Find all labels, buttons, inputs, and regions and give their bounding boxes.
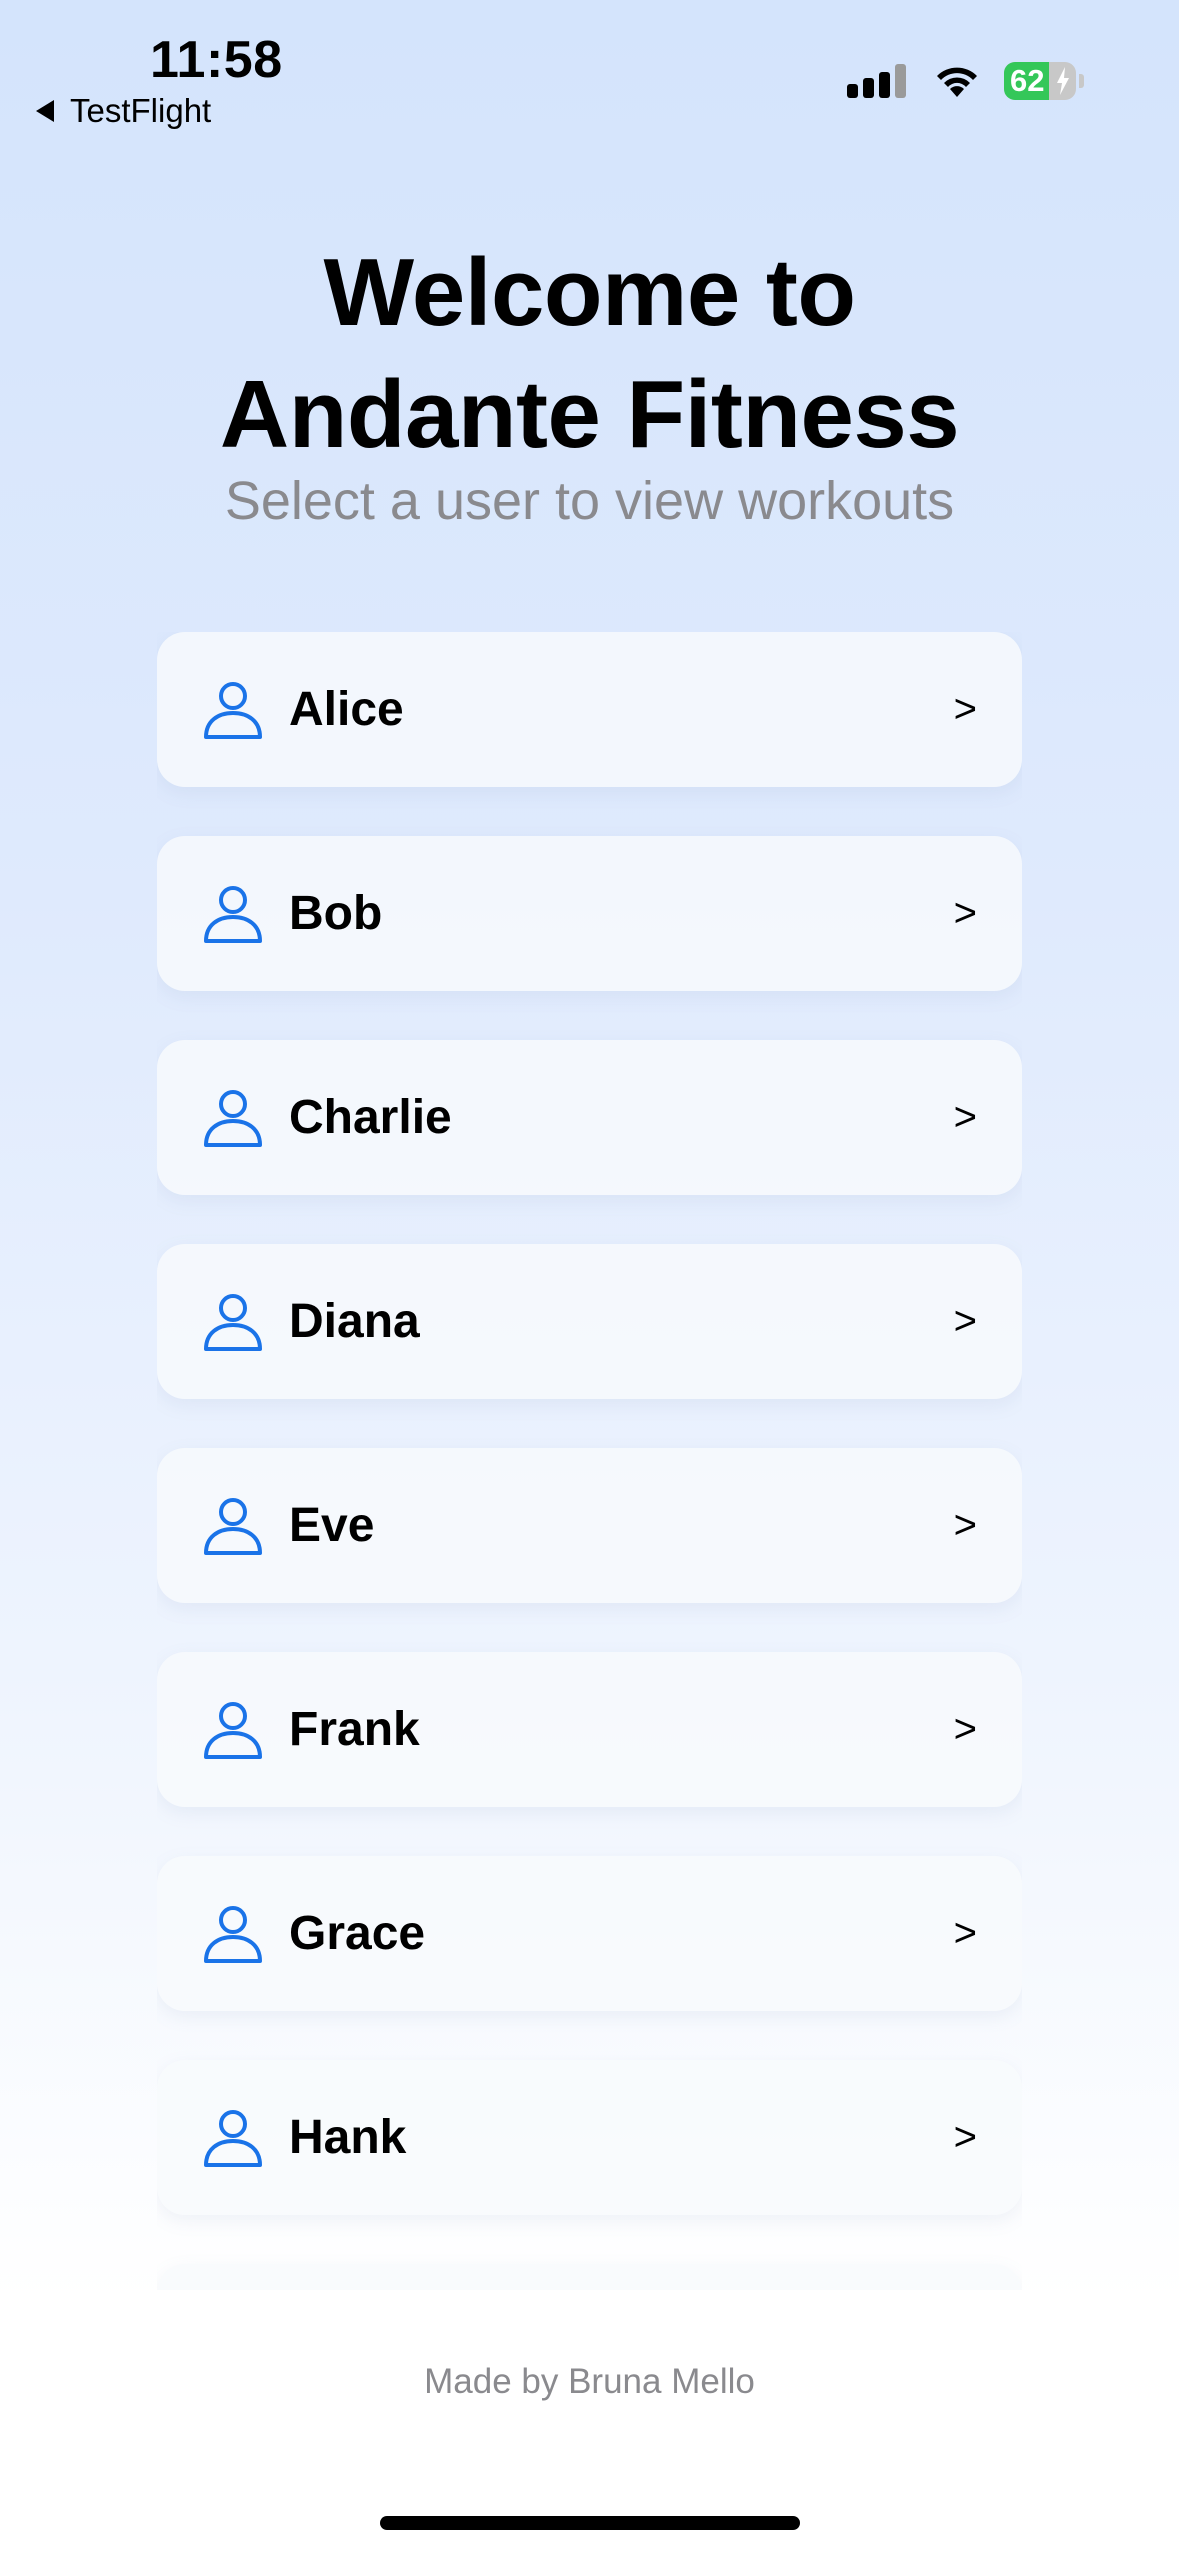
chevron-right-icon: > (953, 1299, 977, 1343)
title-line-2: Andante Fitness (219, 361, 960, 468)
battery-charging-icon: 62 (1004, 62, 1084, 100)
battery-percent: 62 (1010, 63, 1045, 98)
back-link-label: TestFlight (70, 92, 212, 129)
user-name: Diana (289, 1295, 420, 1348)
user-row[interactable]: Diana > (157, 1244, 1022, 1399)
person-icon (204, 1498, 262, 1555)
person-icon (204, 1906, 262, 1963)
person-icon (204, 1702, 262, 1759)
person-icon (204, 886, 262, 943)
user-name: Eve (289, 1499, 375, 1552)
page-subtitle: Select a user to view workouts (224, 471, 955, 531)
user-list[interactable]: Alice > Bob > Charlie > Diana > Eve > Frank > Grace >… (157, 632, 1022, 2290)
back-to-testflight-link[interactable]: TestFlight (36, 92, 211, 130)
person-icon (204, 682, 262, 739)
user-row[interactable]: Frank > (157, 1652, 1022, 1807)
wifi-icon (937, 67, 977, 97)
status-time: 11:58 (150, 31, 283, 89)
person-icon (204, 2110, 262, 2167)
chevron-right-icon: > (953, 687, 977, 731)
chevron-right-icon: > (953, 1911, 977, 1955)
user-name: Alice (289, 683, 404, 736)
user-row[interactable]: Hank > (157, 2060, 1022, 2215)
user-row[interactable]: Eve > (157, 1448, 1022, 1603)
back-triangle-icon (36, 100, 54, 122)
user-name: Hank (289, 2111, 407, 2164)
title-line-1: Welcome to (323, 239, 857, 346)
chevron-right-icon: > (953, 1707, 977, 1751)
user-row[interactable]: Grace > (157, 1856, 1022, 2011)
cellular-signal-icon (847, 64, 906, 98)
user-name: Frank (289, 1703, 420, 1756)
user-row[interactable]: Alice > (157, 632, 1022, 787)
user-row[interactable]: Charlie > (157, 1040, 1022, 1195)
footer-credit: Made by Bruna Mello (424, 2362, 755, 2401)
user-name: Bob (289, 887, 383, 940)
user-row[interactable]: Bob > (157, 836, 1022, 991)
chevron-right-icon: > (953, 2115, 977, 2159)
chevron-right-icon: > (953, 891, 977, 935)
user-name: Charlie (289, 1091, 452, 1144)
person-icon (204, 1090, 262, 1147)
user-row[interactable] (157, 2264, 1022, 2290)
chevron-right-icon: > (953, 1503, 977, 1547)
person-icon (204, 1294, 262, 1351)
home-indicator[interactable] (380, 2516, 800, 2530)
status-indicators: 62 (847, 62, 1084, 100)
page-title: Welcome to Andante Fitness (0, 232, 1179, 476)
chevron-right-icon: > (953, 1095, 977, 1139)
user-name: Grace (289, 1907, 426, 1960)
